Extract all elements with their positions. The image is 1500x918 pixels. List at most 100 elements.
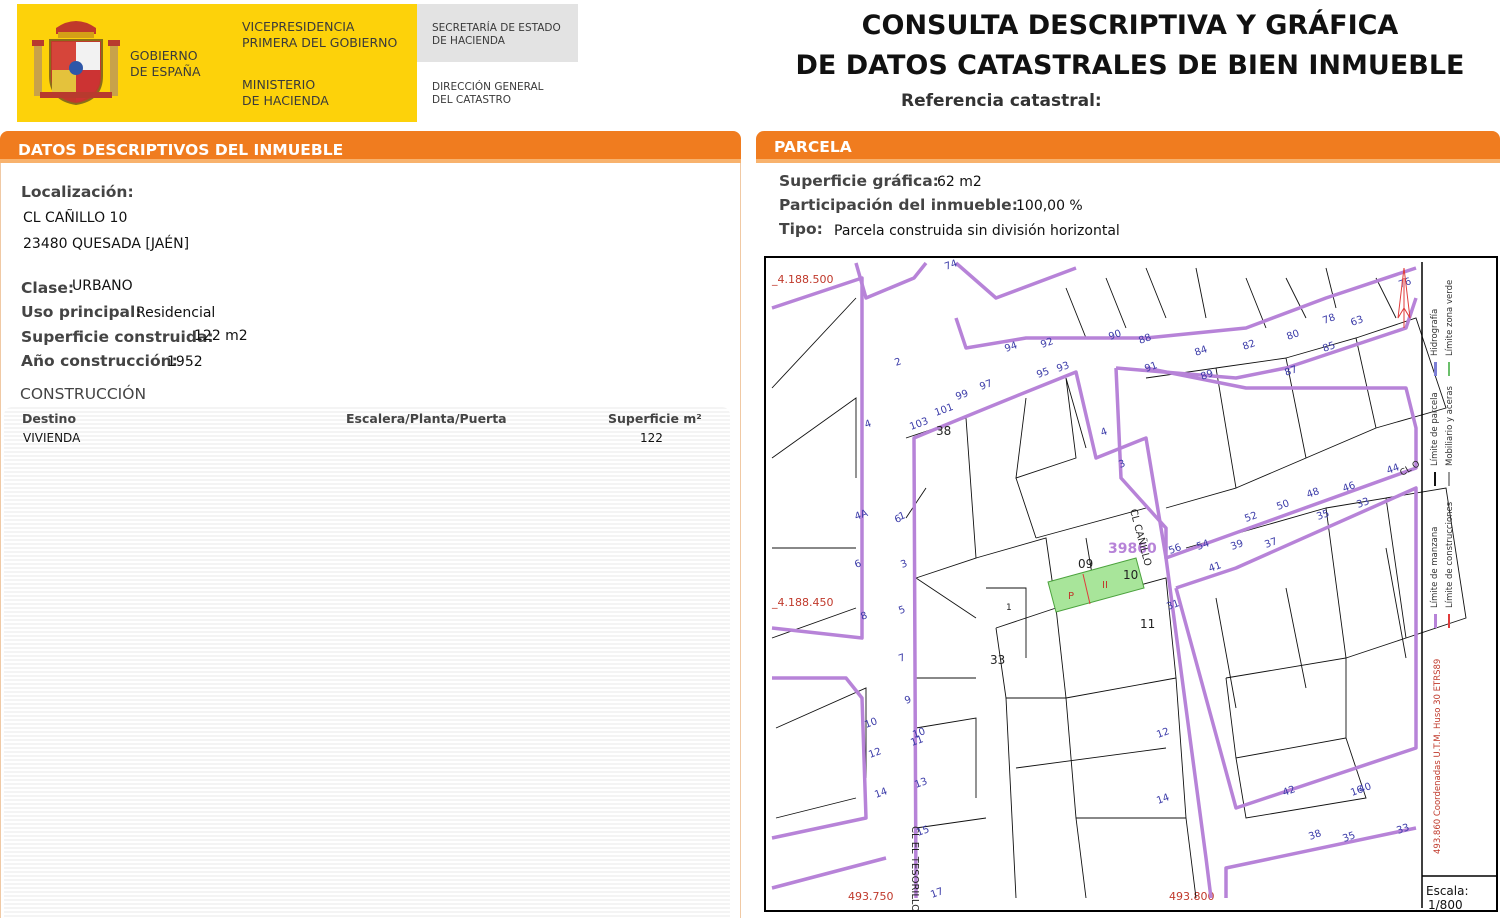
subject-parcel[interactable] bbox=[1047, 557, 1145, 613]
secretaria-label: SECRETARÍA DE ESTADO DE HACIENDA bbox=[432, 22, 561, 47]
street-number: 4A bbox=[853, 508, 869, 523]
street-number: 38 bbox=[1307, 828, 1323, 843]
legend-mobiliario: Mobiliario y aceras bbox=[1445, 385, 1455, 466]
street-number: 63 bbox=[1349, 314, 1365, 329]
parcel-label-ii: II bbox=[1102, 580, 1108, 591]
street-number: 93 bbox=[1055, 360, 1071, 375]
uso-value: Residencial bbox=[136, 305, 216, 321]
street-number: 4 bbox=[863, 418, 873, 431]
street-number: 84 bbox=[1193, 344, 1209, 359]
superficie-construida-label: Superficie construida: bbox=[21, 328, 214, 346]
clase-label: Clase: bbox=[21, 279, 75, 297]
col-destino: Destino bbox=[22, 411, 77, 426]
superficie-construida-value: 122 m2 bbox=[194, 328, 248, 344]
anio-label: Año construcción: bbox=[21, 352, 178, 370]
gov-name: GOBIERNO DE ESPAÑA bbox=[130, 48, 201, 79]
tipo-label: Tipo: bbox=[779, 220, 823, 238]
street-number: 17 bbox=[929, 886, 945, 901]
street-number: 95 bbox=[1035, 366, 1051, 381]
street-number: 78 bbox=[1321, 312, 1337, 327]
superficie-grafica-value: 62 m2 bbox=[937, 174, 982, 190]
parcela-section-bar: PARCELA bbox=[756, 131, 1500, 163]
street-number: 90 bbox=[1107, 328, 1123, 343]
lot-label-1: 1 bbox=[1006, 603, 1012, 613]
street-number: 12 bbox=[867, 746, 883, 761]
legend-parcela: Límite de parcela bbox=[1430, 392, 1440, 466]
uso-label: Uso principal: bbox=[21, 303, 142, 321]
street-number: 80 bbox=[1285, 328, 1301, 343]
street-number: 97 bbox=[978, 378, 994, 393]
parcel-label-p: P bbox=[1068, 591, 1074, 602]
street-number: 42 bbox=[1281, 784, 1297, 799]
scale-label: Escala: bbox=[1426, 884, 1469, 898]
coord-y-mid: _4.188.450 bbox=[771, 596, 833, 609]
datos-section-bar: DATOS DESCRIPTIVOS DEL INMUEBLE bbox=[0, 131, 741, 163]
street-number: 14 bbox=[1155, 792, 1171, 807]
street-label-canillo: CL CAÑILLO bbox=[1127, 507, 1155, 567]
vicepresidencia-label: VICEPRESIDENCIA PRIMERA DEL GOBIERNO bbox=[242, 19, 398, 50]
construccion-title: CONSTRUCCIÓN bbox=[20, 385, 147, 403]
legend-zona-verde: Límite zona verde bbox=[1445, 280, 1455, 356]
address-line1: CL CAÑILLO 10 bbox=[23, 210, 128, 226]
street-number: 2 bbox=[893, 356, 903, 369]
table-row-destino: VIVIENDA bbox=[23, 431, 81, 445]
street-number: 88 bbox=[1137, 332, 1153, 347]
ministerio-label: MINISTERIO DE HACIENDA bbox=[242, 77, 329, 108]
participacion-label: Participación del inmueble: bbox=[779, 196, 1018, 214]
street-label-o: CL O bbox=[1399, 459, 1422, 478]
street-number: 99 bbox=[954, 388, 970, 403]
lot-label-11: 11 bbox=[1140, 617, 1155, 631]
construccion-table bbox=[4, 407, 730, 918]
lot-label-10: 10 bbox=[1123, 568, 1138, 582]
parcela-section-title: PARCELA bbox=[774, 138, 852, 156]
col-superficie: Superficie m² bbox=[608, 411, 702, 426]
street-number: 7 bbox=[897, 652, 907, 665]
street-number: 40 bbox=[1357, 781, 1373, 796]
street-number: 3 bbox=[899, 558, 909, 571]
superficie-grafica-label: Superficie gráfica: bbox=[779, 172, 939, 190]
col-escalera: Escalera/Planta/Puerta bbox=[346, 411, 507, 426]
street-number: 4 bbox=[1099, 426, 1109, 439]
coord-x-left: 493.750 bbox=[848, 890, 894, 903]
direccion-label: DIRECCIÓN GENERAL DEL CATASTRO bbox=[432, 81, 544, 106]
street-number: 9 bbox=[903, 694, 913, 707]
localizacion-label: Localización: bbox=[21, 183, 134, 201]
datos-section-title: DATOS DESCRIPTIVOS DEL INMUEBLE bbox=[18, 141, 344, 159]
street-number: 14 bbox=[873, 786, 889, 801]
lot-label-09: 09 bbox=[1078, 557, 1093, 571]
street-number: 101 bbox=[933, 402, 955, 419]
street-number: 82 bbox=[1241, 338, 1257, 353]
address-line2: 23480 QUESADA [JAÉN] bbox=[23, 236, 190, 252]
participacion-value: 100,00 % bbox=[1016, 198, 1083, 214]
map-drawing: _4.188.500 _4.188.450 493.750 493.800 P … bbox=[771, 258, 1496, 910]
anio-value: 1952 bbox=[167, 354, 203, 370]
coord-side-label: 493.860 Coordenadas U.T.M. Huso 30 ETRS8… bbox=[1433, 659, 1443, 854]
clase-value: URBANO bbox=[72, 278, 133, 294]
street-number: 54 bbox=[1195, 538, 1211, 553]
street-number: 50 bbox=[1275, 498, 1291, 513]
street-number: 3 bbox=[1117, 458, 1127, 471]
street-number: 56 bbox=[1167, 542, 1183, 557]
legend-manzana: Límite de manzana bbox=[1430, 527, 1440, 608]
legend-construcciones: Límite de construcciones bbox=[1445, 501, 1455, 608]
street-number: 33 bbox=[1395, 822, 1411, 837]
street-number: 39 bbox=[1229, 538, 1245, 553]
lot-label-33: 33 bbox=[990, 653, 1005, 667]
lot-label-38: 38 bbox=[936, 424, 951, 438]
legend-hidrografia: Hidrografía bbox=[1430, 309, 1440, 356]
street-number: 48 bbox=[1305, 486, 1321, 501]
street-number: 74 bbox=[943, 258, 959, 273]
tipo-value: Parcela construida sin división horizont… bbox=[834, 223, 1120, 239]
street-number: 52 bbox=[1243, 510, 1259, 525]
table-row-superficie: 122 bbox=[640, 431, 663, 445]
referencia-catastral-label: Referencia catastral: bbox=[901, 91, 1102, 111]
street-number: 12 bbox=[1155, 726, 1171, 741]
coord-x-mid: 493.800 bbox=[1169, 890, 1215, 903]
street-number: 5 bbox=[897, 604, 907, 617]
scale-value: 1/800 bbox=[1428, 898, 1463, 910]
page-title: CONSULTA DESCRIPTIVA Y GRÁFICA DE DATOS … bbox=[795, 10, 1465, 81]
street-number: 46 bbox=[1341, 480, 1357, 495]
coat-of-arms-icon bbox=[32, 21, 120, 106]
cadastral-map[interactable]: _4.188.500 _4.188.450 493.750 493.800 P … bbox=[764, 256, 1498, 912]
coord-y-top: _4.188.500 bbox=[771, 273, 833, 286]
